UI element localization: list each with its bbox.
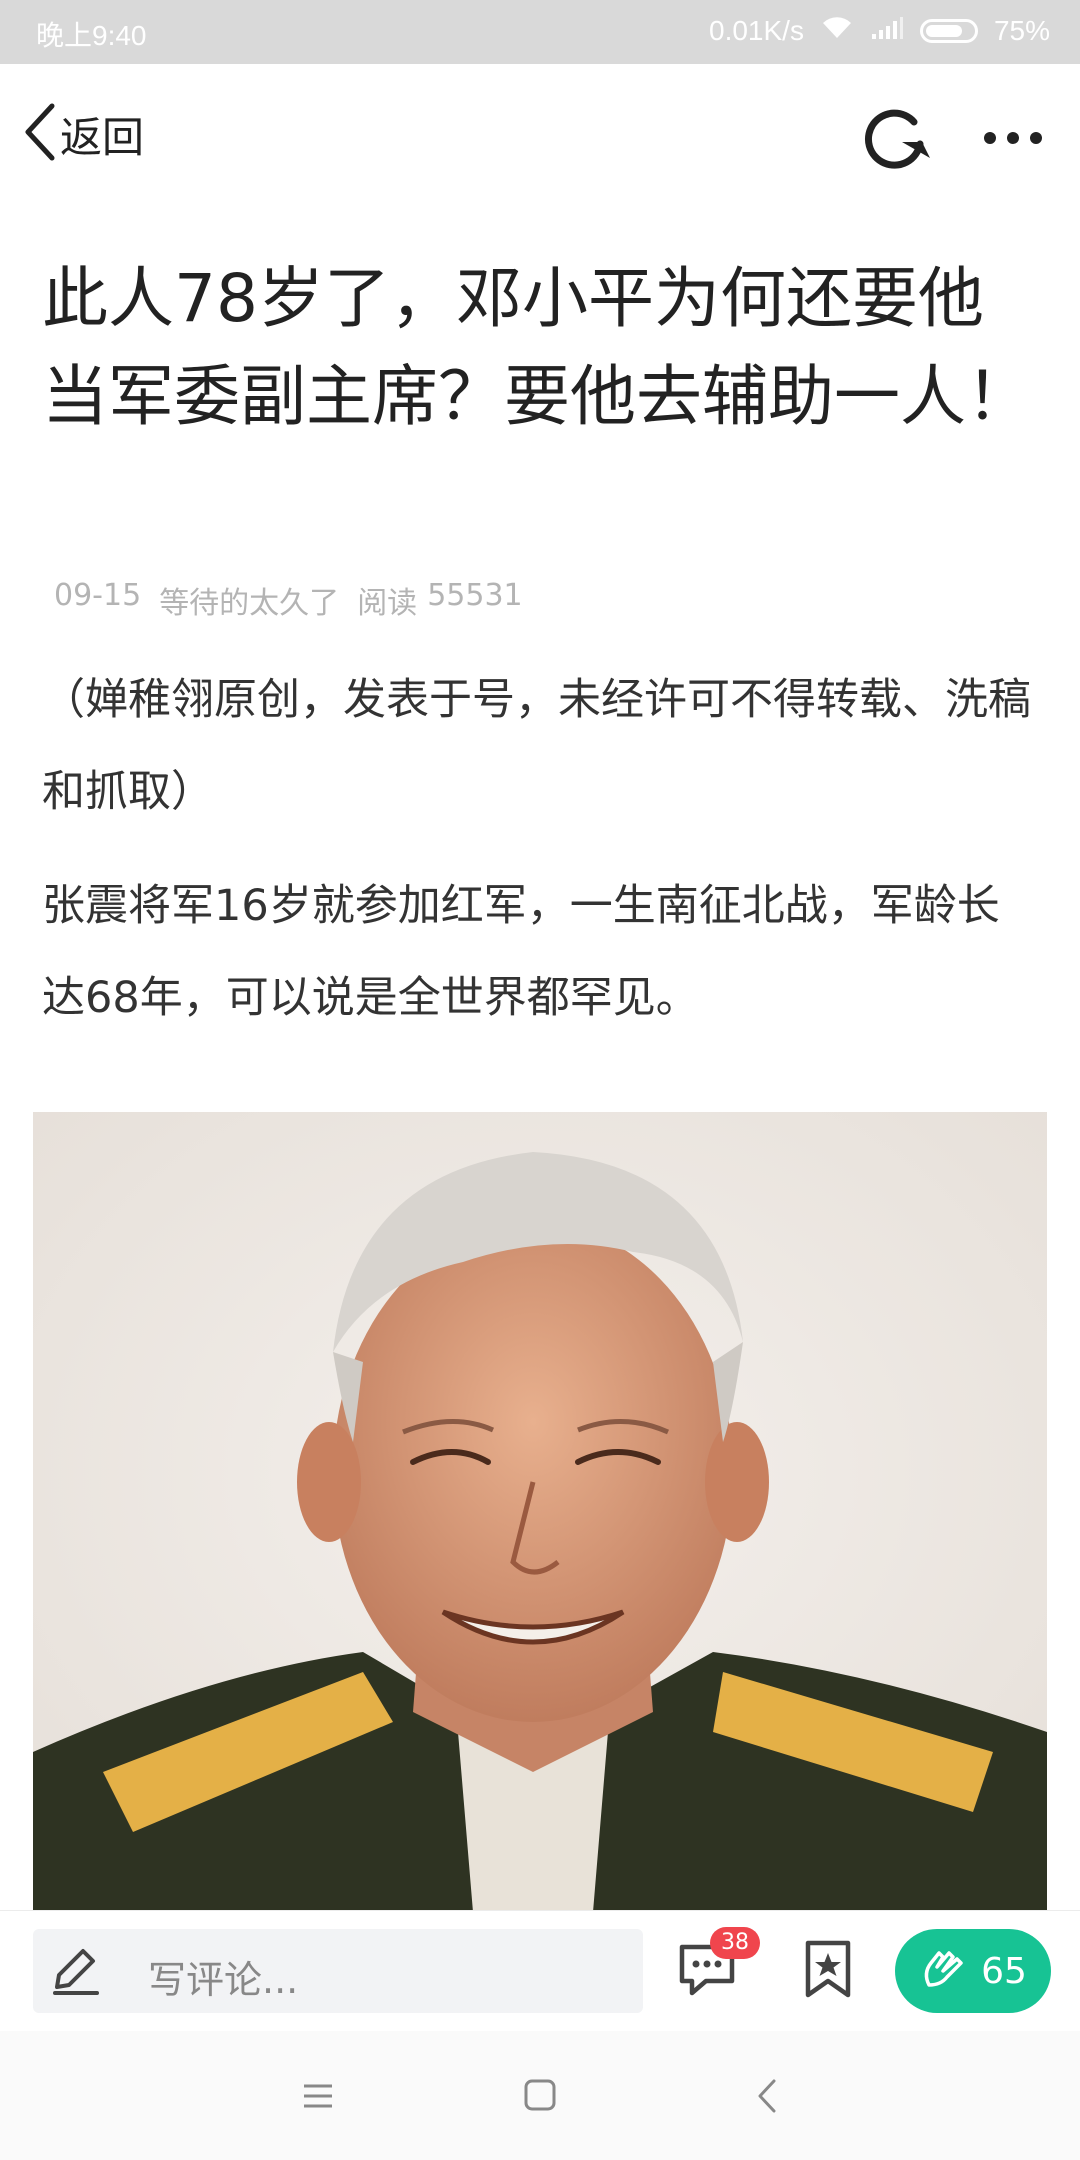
back-button[interactable]: 返回 — [22, 102, 145, 166]
article-paragraph: 张震将军16岁就参加红军，一生南征北战，军龄长达68年，可以说是全世界都罕见。 — [42, 881, 1000, 1023]
article-date: 09-15 — [54, 578, 142, 613]
article-action-bar: 写评论... 38 65 — [0, 1910, 1080, 2032]
chevron-left-icon — [22, 102, 56, 166]
reads-number: 55531 — [427, 578, 523, 613]
refresh-button[interactable] — [856, 100, 936, 180]
network-speed: 0.01K/s — [709, 14, 804, 46]
more-button[interactable] — [978, 108, 1048, 168]
like-button[interactable]: 65 — [895, 1929, 1051, 2013]
comment-bubble-icon — [676, 1944, 738, 2007]
article-author[interactable]: 等待的太久了 — [159, 578, 339, 622]
bookmark-button[interactable] — [800, 1933, 856, 2003]
signal-icon — [870, 15, 904, 47]
menu-icon — [288, 2084, 348, 2125]
back-label: 返回 — [60, 112, 145, 162]
reads-label: 阅读 — [357, 586, 418, 621]
home-key[interactable] — [510, 2071, 570, 2121]
wifi-icon — [820, 14, 854, 47]
article-paragraph: （婵稚翎原创，发表于号，未经许可不得转载、洗稿和抓取） — [42, 675, 1031, 817]
battery-percent: 75% — [993, 14, 1050, 46]
portrait-image — [33, 1112, 1047, 1912]
read-count: 阅读 55531 — [357, 578, 522, 622]
back-key[interactable] — [738, 2071, 798, 2121]
like-hand-icon — [919, 1945, 967, 1997]
menu-key[interactable] — [288, 2071, 348, 2121]
status-bar: 晚上9:40 0.01K/s 75% — [0, 0, 1080, 64]
battery-icon — [919, 18, 978, 43]
comment-input[interactable]: 写评论... — [33, 1929, 643, 2013]
comment-placeholder: 写评论... — [148, 1958, 299, 2002]
refresh-icon — [856, 109, 936, 184]
pencil-icon — [47, 1947, 103, 2001]
article-title: 此人78岁了，邓小平为何还要他当军委副主席？要他去辅助一人！ — [42, 260, 1032, 435]
like-count: 65 — [981, 1950, 1027, 1992]
article-photo[interactable] — [33, 1112, 1047, 1912]
comment-count-badge: 38 — [710, 1927, 760, 1959]
status-time: 晚上9:40 — [36, 20, 147, 51]
back-icon — [738, 2079, 798, 2125]
home-icon — [510, 2079, 570, 2125]
status-right: 0.01K/s 75% — [709, 14, 1050, 47]
system-nav-bar — [0, 2031, 1080, 2160]
nav-bar: 返回 — [0, 64, 1080, 204]
more-icon — [978, 132, 1048, 172]
article-meta: 09-15 等待的太久了 阅读 55531 — [54, 578, 523, 622]
bookmark-star-icon — [800, 1940, 856, 2007]
